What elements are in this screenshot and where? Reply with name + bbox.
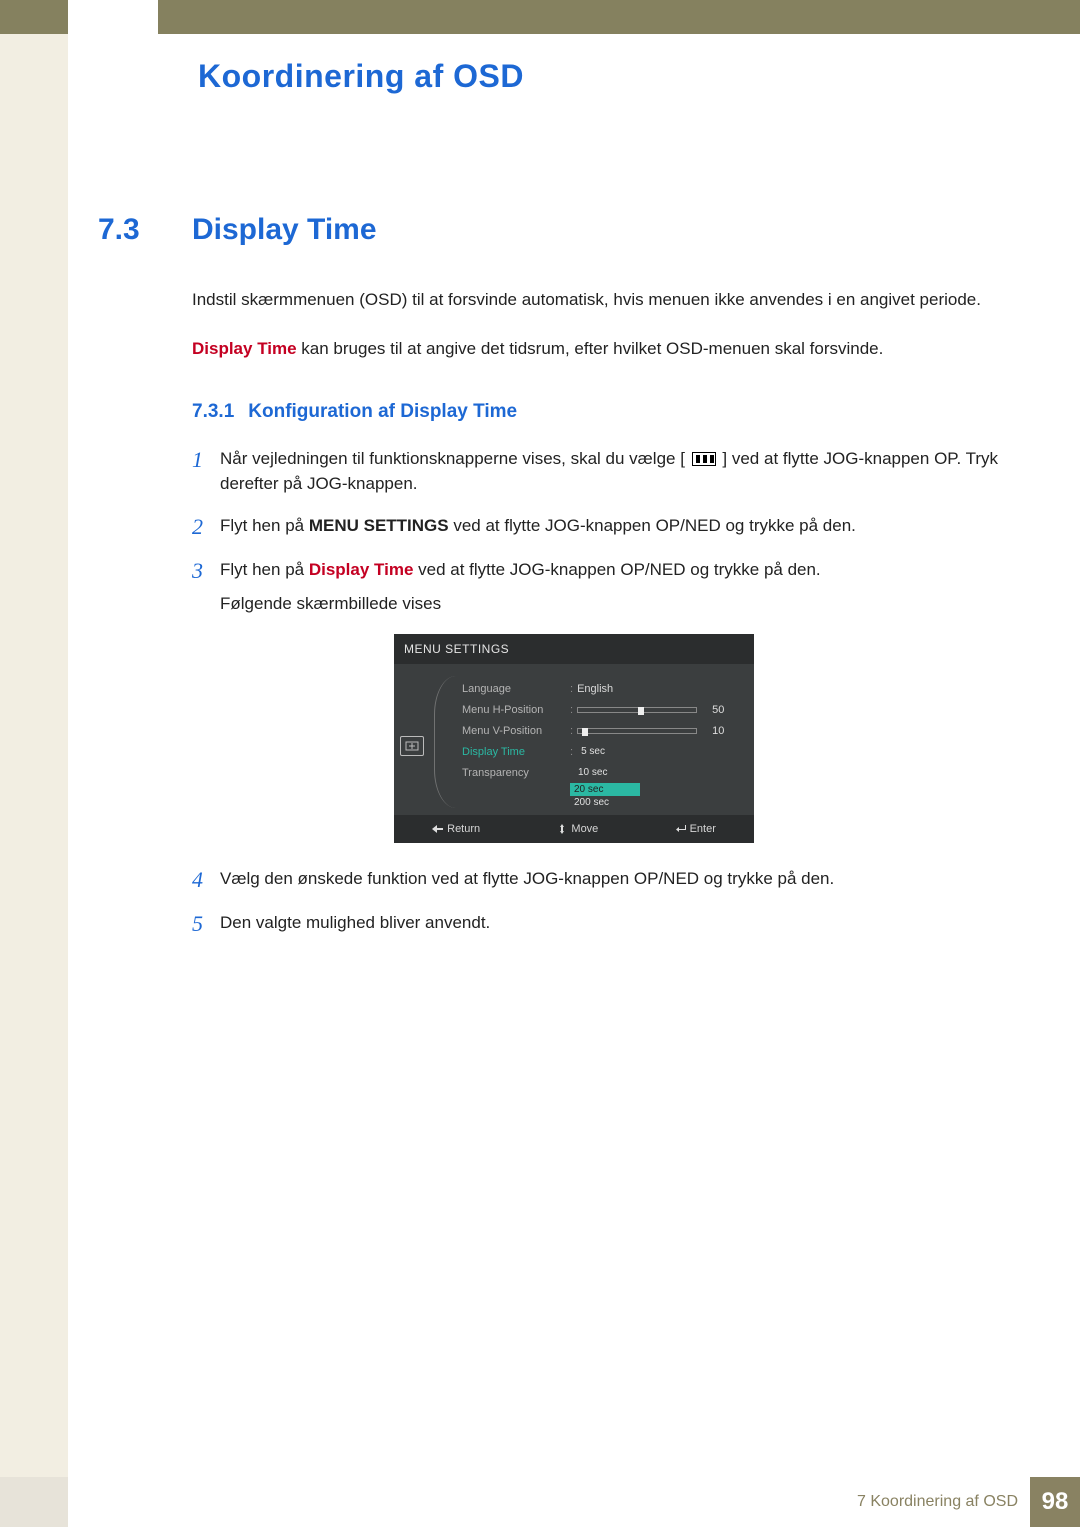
step-3-red: Display Time [309, 560, 414, 579]
osd-row-display-time: Display Time : 5 sec [462, 741, 734, 762]
footer-left-margin [0, 1477, 68, 1527]
osd-label-transparency: Transparency [462, 767, 570, 779]
osd-label-hpos: Menu H-Position [462, 704, 570, 716]
osd-slider-vpos [577, 728, 697, 734]
osd-footer: Return Move Enter [394, 815, 754, 843]
section-title: Display Time [192, 213, 377, 247]
osd-label-display-time: Display Time [462, 746, 570, 758]
step-1: 1 Når vejledningen til funktionsknappern… [192, 447, 1050, 496]
step-3-text-a: Flyt hen på [220, 560, 309, 579]
step-3-subtext: Følgende skærmbillede vises [220, 594, 1050, 614]
osd-row-language: Language : English [462, 678, 734, 699]
osd-option-10sec: 10 sec [574, 766, 644, 779]
footer-chapter-text: 7 Koordinering af OSD [857, 1493, 1018, 1511]
step-5-body: Den valgte mulighed bliver anvendt. [220, 911, 490, 936]
osd-option-200sec: 200 sec [570, 796, 640, 809]
osd-body: Language : English Menu H-Position : 50 … [394, 664, 754, 815]
section-heading: 7.3 Display Time [98, 213, 1050, 247]
subsection-heading: 7.3.1 Konfiguration af Display Time [192, 401, 1050, 423]
step-3: 3 Flyt hen på Display Time ved at flytte… [192, 558, 1050, 584]
left-margin [0, 34, 68, 1527]
menu-icon [692, 452, 716, 466]
osd-vpos-value: 10 [712, 725, 724, 737]
step-2-number: 2 [192, 514, 220, 540]
osd-option-20sec-selected: 20 sec [570, 783, 640, 796]
step-4: 4 Vælg den ønskede funktion ved at flytt… [192, 867, 1050, 893]
step-2-text-a: Flyt hen på [220, 516, 309, 535]
step-5: 5 Den valgte mulighed bliver anvendt. [192, 911, 1050, 937]
intro-p2-rest: kan bruges til at angive det tidsrum, ef… [297, 339, 884, 358]
top-brown-bar [0, 0, 1080, 34]
osd-screenshot: MENU SETTINGS Language : English Menu H-… [394, 634, 754, 843]
step-3-text-b: ved at flytte JOG-knappen OP/NED og tryk… [413, 560, 820, 579]
step-1-number: 1 [192, 447, 220, 473]
osd-option-5sec: 5 sec [577, 745, 647, 758]
osd-move-label: Move [571, 823, 598, 835]
step-3-body: Flyt hen på Display Time ved at flytte J… [220, 558, 821, 583]
osd-value-language: English [577, 683, 734, 695]
osd-slider-hpos [577, 707, 697, 713]
osd-label-language: Language [462, 683, 570, 695]
osd-row-vpos: Menu V-Position : 10 [462, 720, 734, 741]
osd-row-transparency: Transparency 10 sec [462, 762, 734, 783]
intro-paragraph-2: Display Time kan bruges til at angive de… [192, 338, 1050, 361]
step-2-bold: MENU SETTINGS [309, 516, 449, 535]
intro-paragraph-1: Indstil skærmmenuen (OSD) til at forsvin… [192, 289, 1050, 312]
step-4-number: 4 [192, 867, 220, 893]
osd-row-hpos: Menu H-Position : 50 [462, 699, 734, 720]
osd-label-vpos: Menu V-Position [462, 725, 570, 737]
osd-enter-label: Enter [690, 823, 716, 835]
osd-footer-return: Return [432, 823, 480, 835]
osd-return-label: Return [447, 823, 480, 835]
subsection-number: 7.3.1 [192, 401, 234, 423]
osd-adjust-icon [400, 736, 424, 756]
chapter-title: Koordinering af OSD [198, 58, 1050, 95]
step-1-body: Når vejledningen til funktionsknapperne … [220, 447, 1050, 496]
page-number-badge: 98 [1030, 1477, 1080, 1527]
step-5-number: 5 [192, 911, 220, 937]
step-2: 2 Flyt hen på MENU SETTINGS ved at flytt… [192, 514, 1050, 540]
osd-hpos-value: 50 [712, 704, 724, 716]
osd-arc [434, 676, 456, 808]
step-1-text-a: Når vejledningen til funktionsknapperne … [220, 449, 685, 468]
step-2-body: Flyt hen på MENU SETTINGS ved at flytte … [220, 514, 856, 539]
step-3-number: 3 [192, 558, 220, 584]
intro-red-term: Display Time [192, 339, 297, 358]
osd-title: MENU SETTINGS [394, 634, 754, 664]
step-4-body: Vælg den ønskede funktion ved at flytte … [220, 867, 834, 892]
page-content: Koordinering af OSD 7.3 Display Time Ind… [68, 34, 1080, 1477]
osd-footer-enter: Enter [675, 823, 716, 835]
steps-list: 1 Når vejledningen til funktionsknappern… [192, 447, 1050, 584]
osd-footer-move: Move [556, 823, 598, 835]
section-number: 7.3 [98, 213, 192, 247]
subsection-title: Konfiguration af Display Time [248, 401, 517, 423]
steps-list-cont: 4 Vælg den ønskede funktion ved at flytt… [192, 867, 1050, 937]
page-footer: 7 Koordinering af OSD 98 [0, 1477, 1080, 1527]
step-2-text-b: ved at flytte JOG-knappen OP/NED og tryk… [449, 516, 856, 535]
